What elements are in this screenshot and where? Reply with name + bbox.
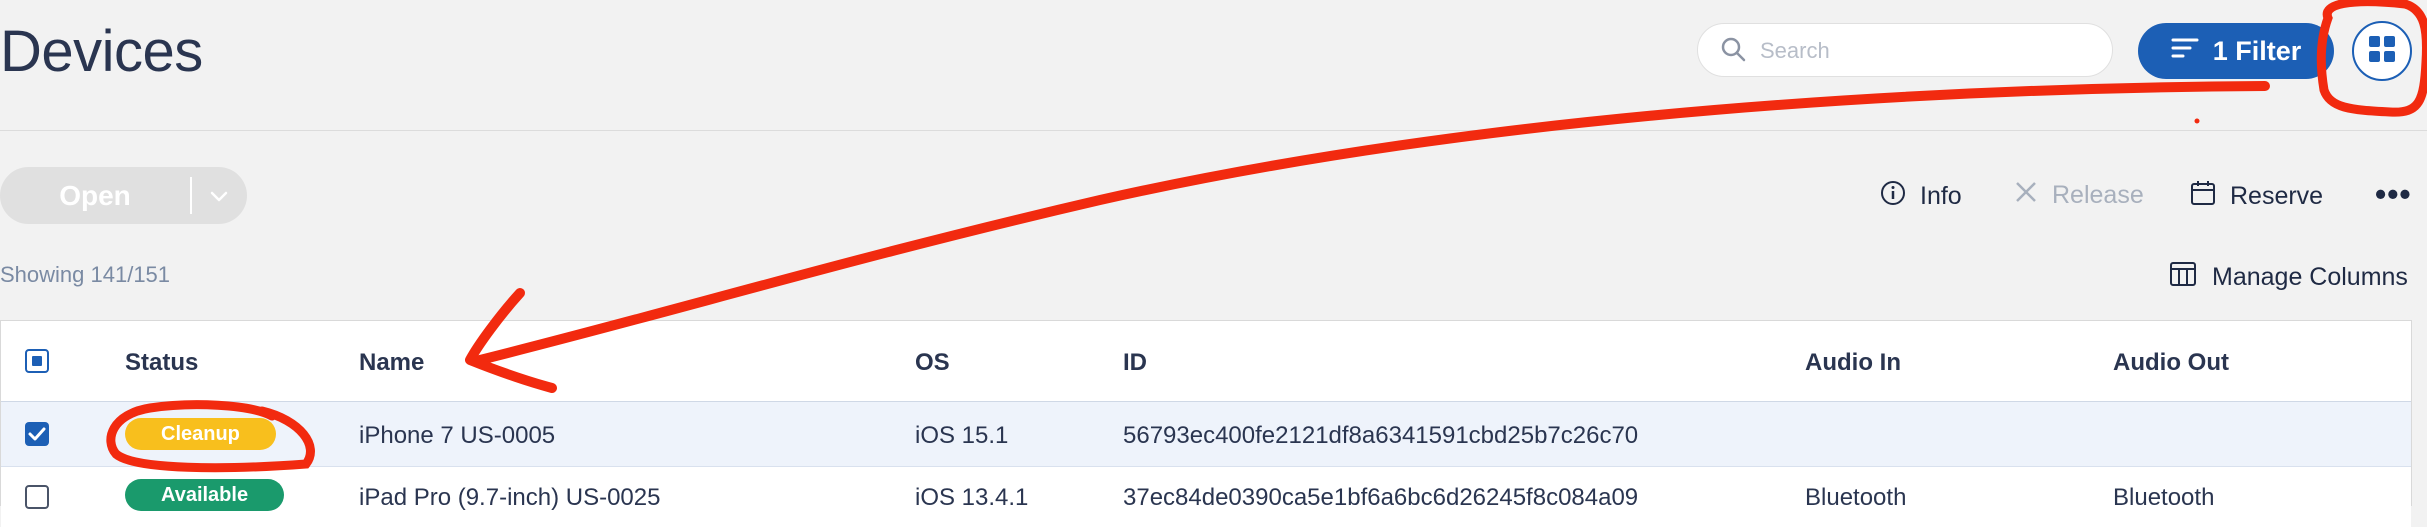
column-header-name[interactable]: Name: [359, 349, 424, 377]
open-button[interactable]: Open: [0, 167, 190, 224]
release-label: Release: [2052, 181, 2144, 209]
device-os: iOS 15.1: [915, 422, 1009, 449]
column-header-os[interactable]: OS: [915, 349, 950, 377]
annotation-arrow-curve: [475, 81, 2270, 365]
calendar-icon: [2190, 180, 2216, 213]
header-divider: [0, 130, 2427, 131]
device-name: iPhone 7 US-0005: [359, 422, 556, 449]
page-title: Devices: [0, 19, 203, 84]
table-row[interactable]: Cleanup iPhone 7 US-0005 iOS 15.1 56793e…: [1, 402, 2411, 467]
chevron-down-icon[interactable]: [206, 184, 232, 213]
columns-icon: [2170, 262, 2196, 293]
status-badge: Cleanup: [125, 418, 276, 450]
row-checkbox[interactable]: [25, 422, 49, 446]
release-action[interactable]: Release: [2014, 180, 2144, 211]
select-all-checkbox[interactable]: [25, 349, 49, 373]
column-header-id[interactable]: ID: [1123, 349, 1147, 377]
close-icon: [2014, 180, 2038, 211]
grid-view-button[interactable]: [2352, 21, 2412, 81]
row-checkbox[interactable]: [25, 485, 49, 509]
status-badge: Available: [125, 479, 285, 511]
info-icon: [1880, 180, 1906, 213]
column-header-audio-in[interactable]: Audio In: [1805, 349, 1901, 377]
checkmark-icon: [28, 427, 46, 441]
device-audio-in: Bluetooth: [1805, 484, 1907, 511]
filter-icon: [2171, 36, 2199, 67]
search-icon: [1720, 36, 1746, 67]
filter-button[interactable]: 1 Filter: [2138, 23, 2334, 79]
search-box[interactable]: [1697, 23, 2113, 77]
column-header-status[interactable]: Status: [125, 349, 198, 377]
column-header-audio-out[interactable]: Audio Out: [2113, 349, 2229, 377]
showing-count: Showing 141/151: [0, 262, 171, 287]
table-header-row: Status Name OS ID Audio In Audio Out: [1, 321, 2411, 402]
table-row[interactable]: Available iPad Pro (9.7-inch) US-0025 iO…: [1, 467, 2411, 527]
split-divider: [190, 177, 192, 214]
manage-columns-label: Manage Columns: [2212, 263, 2408, 291]
device-audio-out: Bluetooth: [2113, 484, 2215, 511]
reserve-action[interactable]: Reserve: [2190, 180, 2323, 213]
info-action[interactable]: Info: [1880, 180, 1962, 213]
device-id: 37ec84de0390ca5e1bf6a6bc6d26245f8c084a09: [1123, 484, 1639, 511]
annotation-dot: [2194, 118, 2200, 124]
device-id: 56793ec400fe2121df8a6341591cbd25b7c26c70: [1123, 422, 1639, 449]
manage-columns-button[interactable]: Manage Columns: [2170, 262, 2408, 293]
search-input[interactable]: [1758, 34, 2092, 68]
grid-view-icon: [2368, 35, 2396, 68]
device-name: iPad Pro (9.7-inch) US-0025: [359, 484, 661, 511]
open-split-button[interactable]: Open: [0, 167, 247, 224]
device-os: iOS 13.4.1: [915, 484, 1029, 511]
devices-table: Status Name OS ID Audio In Audio Out Cle…: [0, 320, 2412, 527]
info-label: Info: [1920, 182, 1962, 210]
filter-label: 1 Filter: [2212, 35, 2302, 66]
more-options-button[interactable]: •••: [2375, 176, 2412, 213]
reserve-label: Reserve: [2230, 182, 2324, 210]
